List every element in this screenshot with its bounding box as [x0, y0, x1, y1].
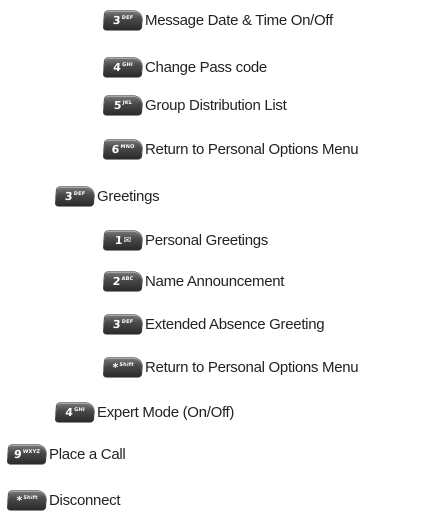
- menu-item-label: Extended Absence Greeting: [145, 315, 325, 333]
- menu-item-message-date-time: 3 DEF Message Date & Time On/Off: [103, 9, 333, 31]
- menu-item-label: Name Announcement: [145, 272, 285, 290]
- menu-item-label: Disconnect: [49, 491, 121, 509]
- menu-item-personal-greetings: 1 ✉ Personal Greetings: [103, 229, 269, 251]
- menu-item-label: Return to Personal Options Menu: [145, 358, 359, 376]
- menu-item-expert-mode: 4 GHI Expert Mode (On/Off): [55, 401, 235, 423]
- key-star-shift-icon: * Shift: [7, 490, 47, 510]
- menu-item-label: Return to Personal Options Menu: [145, 140, 359, 158]
- menu-item-name-announcement: 2 ABC Name Announcement: [103, 270, 285, 292]
- menu-item-label: Expert Mode (On/Off): [97, 403, 235, 421]
- key-1-icon: 1 ✉: [103, 230, 143, 250]
- menu-item-label: Change Pass code: [145, 58, 267, 76]
- key-5-icon: 5 JKL: [103, 95, 143, 115]
- menu-item-label: Personal Greetings: [145, 231, 269, 249]
- key-4-icon: 4 GHI: [55, 402, 95, 422]
- menu-item-extended-absence-greeting: 3 DEF Extended Absence Greeting: [103, 313, 325, 335]
- menu-item-label: Message Date & Time On/Off: [145, 11, 333, 29]
- key-2-icon: 2 ABC: [103, 271, 143, 291]
- menu-item-label: Place a Call: [49, 445, 126, 463]
- key-4-icon: 4 GHI: [103, 57, 143, 77]
- menu-item-return-personal-options-2: * Shift Return to Personal Options Menu: [103, 356, 359, 378]
- menu-item-label: Greetings: [97, 187, 160, 205]
- envelope-icon: ✉: [123, 234, 132, 245]
- key-6-icon: 6 MNO: [103, 139, 143, 159]
- key-3-icon: 3 DEF: [55, 186, 95, 206]
- menu-item-label: Group Distribution List: [145, 96, 287, 114]
- key-3-icon: 3 DEF: [103, 10, 143, 30]
- key-9-icon: 9 WXYZ: [7, 444, 47, 464]
- menu-item-group-distribution-list: 5 JKL Group Distribution List: [103, 94, 287, 116]
- key-3-icon: 3 DEF: [103, 314, 143, 334]
- menu-item-change-pass-code: 4 GHI Change Pass code: [103, 56, 267, 78]
- menu-item-disconnect: * Shift Disconnect: [7, 489, 121, 511]
- menu-item-place-a-call: 9 WXYZ Place a Call: [7, 443, 126, 465]
- key-star-shift-icon: * Shift: [103, 357, 143, 377]
- menu-item-return-personal-options: 6 MNO Return to Personal Options Menu: [103, 138, 359, 160]
- menu-item-greetings: 3 DEF Greetings: [55, 185, 160, 207]
